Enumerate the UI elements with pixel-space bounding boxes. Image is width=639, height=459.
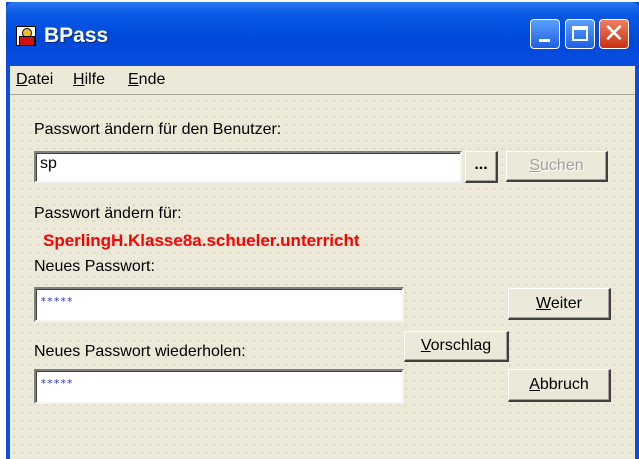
- window-title: BPass: [44, 24, 109, 47]
- title-bar[interactable]: BPass ✕: [6, 2, 639, 66]
- maximize-icon: [572, 26, 588, 41]
- menu-datei[interactable]: Datei: [16, 71, 53, 89]
- repeat-password-label: Neues Passwort wiederholen:: [34, 343, 246, 360]
- app-user-icon: [16, 26, 36, 46]
- maximize-button[interactable]: [565, 19, 595, 49]
- minimize-button[interactable]: [530, 19, 560, 49]
- menu-hilfe[interactable]: Hilfe: [73, 71, 105, 89]
- close-icon: ✕: [603, 19, 625, 49]
- form-area: Passwort ändern für den Benutzer: sp ...…: [10, 97, 635, 459]
- new-password-input[interactable]: *****: [34, 287, 404, 322]
- new-password-label: Neues Passwort:: [34, 258, 155, 275]
- cancel-button[interactable]: Abbruch: [508, 369, 611, 402]
- search-button[interactable]: Suchen: [506, 151, 608, 182]
- target-label: Passwort ändern für:: [34, 205, 182, 222]
- user-input[interactable]: sp: [34, 151, 462, 183]
- menu-ende[interactable]: Ende: [128, 71, 165, 89]
- target-account: SperlingH.Klasse8a.schueler.unterricht: [43, 231, 360, 250]
- user-label: Passwort ändern für den Benutzer:: [34, 121, 282, 138]
- next-button[interactable]: Weiter: [508, 288, 611, 320]
- close-button[interactable]: ✕: [599, 19, 629, 49]
- browse-button[interactable]: ...: [465, 151, 498, 183]
- menu-bar: Datei Hilfe Ende: [10, 66, 635, 94]
- suggest-button[interactable]: Vorschlag: [404, 331, 509, 362]
- app-window: BPass ✕ Datei Hilfe Ende Passwort ändern…: [6, 2, 639, 459]
- repeat-password-input[interactable]: *****: [34, 369, 404, 404]
- minimize-icon: [539, 39, 550, 42]
